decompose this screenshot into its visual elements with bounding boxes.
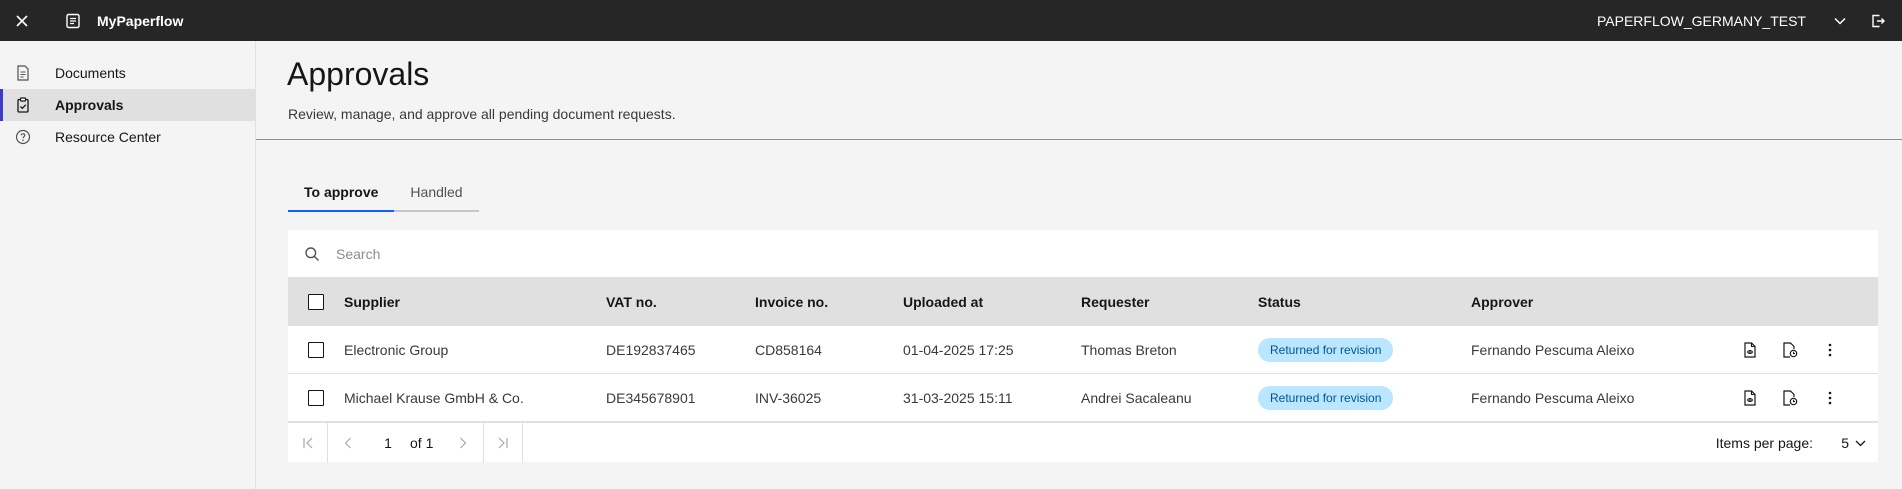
cell-vat: DE345678901 (606, 389, 696, 406)
sidebar-item-label: Documents (55, 65, 126, 81)
cell-supplier: Electronic Group (344, 341, 449, 358)
column-header-requester[interactable]: Requester (1081, 294, 1258, 310)
last-page-icon[interactable] (483, 422, 524, 463)
items-per-page-label: Items per page: (1715, 435, 1813, 451)
previous-page-icon[interactable] (328, 423, 368, 463)
sidebar-item-resource-center[interactable]: Resource Center (0, 121, 255, 153)
cell-requester: Andrei Sacaleanu (1081, 389, 1192, 406)
items-per-page-select[interactable]: 5 (1841, 423, 1866, 463)
column-header-invoice[interactable]: Invoice no. (755, 294, 903, 310)
organization-name[interactable]: PAPERFLOW_GERMANY_TEST (1597, 0, 1806, 41)
column-header-approver[interactable]: Approver (1471, 294, 1730, 310)
column-header-vat[interactable]: VAT no. (606, 294, 755, 310)
next-page-icon[interactable] (443, 423, 483, 463)
column-header-uploaded-at[interactable]: Uploaded at (903, 294, 1081, 310)
clipboard-check-icon (15, 97, 31, 113)
column-header-status[interactable]: Status (1258, 294, 1471, 310)
tabs: To approve Handled (288, 174, 479, 212)
cell-vat: DE192837465 (606, 341, 696, 358)
view-document-icon[interactable] (1730, 330, 1770, 370)
page-subtitle: Review, manage, and approve all pending … (288, 106, 676, 122)
app-document-icon (62, 0, 84, 41)
page-title: Approvals (287, 56, 430, 92)
table-row[interactable]: Michael Krause GmbH & Co. DE345678901 IN… (288, 374, 1878, 422)
view-document-icon[interactable] (1730, 378, 1770, 418)
items-per-page-value: 5 (1841, 435, 1849, 451)
cell-supplier: Michael Krause GmbH & Co. (344, 389, 524, 406)
cell-invoice: INV-36025 (755, 389, 822, 406)
document-history-icon[interactable] (1770, 378, 1810, 418)
sidebar: Documents Approvals Resource Center (0, 41, 255, 489)
cell-approver: Fernando Pescuma Aleixo (1471, 341, 1635, 358)
row-checkbox[interactable] (308, 389, 324, 406)
search-icon (304, 246, 320, 262)
document-history-icon[interactable] (1770, 330, 1810, 370)
close-icon[interactable] (0, 0, 44, 41)
cell-invoice: CD858164 (755, 341, 822, 358)
column-header-supplier[interactable]: Supplier (344, 294, 606, 310)
main-content: Approvals Review, manage, and approve al… (255, 41, 1902, 489)
app-name: MyPaperflow (97, 12, 184, 29)
top-bar: MyPaperflow PAPERFLOW_GERMANY_TEST (0, 0, 1902, 41)
total-pages-label: of 1 (410, 434, 434, 451)
approvals-table: Supplier VAT no. Invoice no. Uploaded at… (288, 230, 1878, 463)
document-icon (15, 65, 31, 81)
table-search (288, 230, 1878, 278)
chevron-down-icon[interactable] (1828, 0, 1852, 41)
search-input[interactable] (336, 245, 1736, 262)
overflow-menu-icon[interactable] (1810, 330, 1850, 370)
pagination: 1 of 1 Items per page: 5 (288, 422, 1878, 463)
cell-approver: Fernando Pescuma Aleixo (1471, 389, 1635, 406)
tab-handled[interactable]: Handled (394, 174, 479, 212)
sidebar-item-approvals[interactable]: Approvals (0, 89, 255, 121)
table-row[interactable]: Electronic Group DE192837465 CD858164 01… (288, 326, 1878, 374)
cell-requester: Thomas Breton (1081, 341, 1177, 358)
row-checkbox[interactable] (308, 341, 324, 358)
chevron-down-icon (1855, 440, 1866, 447)
sidebar-item-label: Resource Center (55, 129, 161, 145)
select-all-checkbox[interactable] (308, 294, 324, 310)
current-page-select[interactable]: 1 (368, 423, 408, 463)
sidebar-item-documents[interactable]: Documents (0, 57, 255, 89)
divider (256, 139, 1902, 140)
cell-uploaded-at: 31-03-2025 15:11 (903, 389, 1013, 406)
sidebar-item-label: Approvals (55, 97, 124, 113)
overflow-menu-icon[interactable] (1810, 378, 1850, 418)
help-circle-icon (15, 129, 31, 145)
tab-to-approve[interactable]: To approve (288, 174, 395, 212)
logout-icon[interactable] (1862, 0, 1894, 41)
status-badge: Returned for revision (1258, 337, 1394, 362)
table-header: Supplier VAT no. Invoice no. Uploaded at… (288, 278, 1878, 326)
cell-uploaded-at: 01-04-2025 17:25 (903, 341, 1014, 358)
first-page-icon[interactable] (288, 422, 328, 463)
status-badge: Returned for revision (1258, 385, 1394, 410)
